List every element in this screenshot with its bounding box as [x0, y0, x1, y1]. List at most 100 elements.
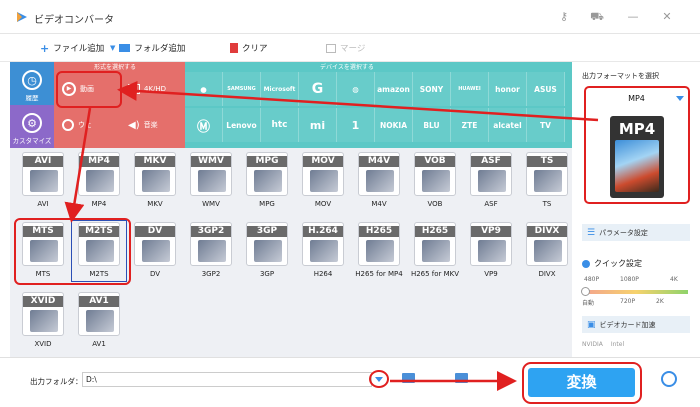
toolbar: + ファイル追加 ▼ フォルダ追加 クリア マージ	[0, 34, 700, 62]
format-tile-vp9[interactable]: VP9 VP9	[465, 222, 517, 286]
output-folder-label: 出力フォルダ：	[30, 377, 83, 386]
format-name: H264	[313, 270, 333, 278]
category-bar: ◷ 履歴 ⚙ カスタマイズ 形式を選択する ▶ 動画 4K 4K/HD ウェ ◀…	[10, 62, 572, 148]
brand-nokia[interactable]: NOKIA	[375, 108, 413, 142]
brand-lenovo[interactable]: Lenovo	[223, 108, 261, 142]
brand-asus[interactable]: ASUS	[527, 72, 565, 106]
lg-icon[interactable]: ◍	[337, 72, 375, 106]
brand-htc[interactable]: htc	[261, 108, 299, 142]
web-category[interactable]: ウェ	[54, 108, 120, 142]
format-badge: VOB	[415, 156, 455, 167]
add-folder-dropdown[interactable]: ▼ フォルダ追加	[110, 41, 185, 55]
format-badge: AVI	[23, 156, 63, 167]
brand-honor[interactable]: honor	[489, 72, 527, 106]
video-format-icon: XVID	[22, 292, 64, 336]
sliders-icon: ☰	[587, 227, 596, 238]
quality-slider[interactable]	[581, 287, 688, 296]
format-tile-mp4[interactable]: MP4 MP4	[73, 152, 125, 216]
format-tile-av1[interactable]: AV1 AV1	[73, 292, 125, 356]
brand-alcatel[interactable]: alcatel	[489, 108, 527, 142]
format-tile-mkv[interactable]: MKV MKV	[129, 152, 181, 216]
key-icon[interactable]: ⚷	[557, 10, 571, 24]
alarm-clock-icon[interactable]	[661, 371, 677, 387]
speaker-icon: ◀)	[128, 119, 140, 131]
intel-option[interactable]: Intel	[611, 341, 624, 348]
folder-dropdown-icon[interactable]	[375, 377, 383, 382]
cart-icon[interactable]: ⛟	[590, 10, 604, 24]
camcorder-icon	[310, 170, 338, 192]
brand-google[interactable]: G	[299, 72, 337, 106]
format-tile-h265-for-mp4[interactable]: H265 H265 for MP4	[353, 222, 405, 286]
merge-button[interactable]: マージ	[326, 41, 365, 55]
format-tile-vob[interactable]: VOB VOB	[409, 152, 461, 216]
video-format-icon: AVI	[22, 152, 64, 196]
camcorder-icon	[254, 170, 282, 192]
brand-samsung[interactable]: SAMSUNG	[223, 72, 261, 106]
video-format-icon: H265	[414, 222, 456, 266]
format-badge: XVID	[23, 296, 63, 307]
format-tile-m4v[interactable]: M4V M4V	[353, 152, 405, 216]
apple-icon[interactable]: ●	[185, 72, 223, 106]
video-format-icon: MPG	[246, 152, 288, 196]
gpu-acceleration-toggle[interactable]: ▣ ビデオカード加速	[582, 316, 690, 333]
brand-microsoft[interactable]: Microsoft	[261, 72, 299, 106]
close-icon[interactable]: ✕	[660, 10, 674, 24]
brand-amazon[interactable]: amazon	[375, 72, 413, 106]
m2ts-selection	[71, 220, 127, 282]
brand-huawei[interactable]: HUAWEI	[451, 72, 489, 106]
format-tile-h264[interactable]: H.264 H264	[297, 222, 349, 286]
camcorder-icon	[86, 310, 114, 332]
browse-folder-icon[interactable]	[402, 373, 415, 383]
format-name: H265 for MKV	[410, 270, 460, 278]
camcorder-icon	[478, 170, 506, 192]
history-tab[interactable]: ◷ 履歴	[10, 62, 54, 105]
folder-icon	[119, 44, 131, 52]
brand-blu[interactable]: BLU	[413, 108, 451, 142]
brand-oneplus[interactable]: 1	[337, 108, 375, 142]
minimize-icon[interactable]: —	[626, 10, 640, 24]
format-tile-dv[interactable]: DV DV	[129, 222, 181, 286]
4k-hd-category[interactable]: 4K 4K/HD	[120, 72, 185, 106]
camcorder-icon	[86, 170, 114, 192]
format-tile-avi[interactable]: AVI AVI	[17, 152, 69, 216]
brand-zte[interactable]: ZTE	[451, 108, 489, 142]
format-name: MPG	[259, 200, 275, 208]
mp4-format-icon: MP4	[610, 116, 664, 198]
brand-mi[interactable]: mi	[299, 108, 337, 142]
convert-button[interactable]: 変換	[528, 368, 635, 397]
camcorder-icon	[422, 240, 450, 262]
format-tile-3gp2[interactable]: 3GP2 3GP2	[185, 222, 237, 286]
slider-knob[interactable]	[581, 287, 590, 296]
film-icon	[615, 140, 659, 192]
add-file-button[interactable]: + ファイル追加	[40, 41, 104, 55]
music-category[interactable]: ◀) 音楽	[120, 108, 185, 142]
nvidia-option[interactable]: NVIDIA	[582, 341, 603, 348]
brand-sony[interactable]: SONY	[413, 72, 451, 106]
format-tile-divx[interactable]: DIVX DIVX	[521, 222, 573, 286]
open-folder-icon[interactable]	[455, 373, 468, 383]
output-format-header: 出力フォーマットを選択	[582, 72, 659, 80]
format-tile-asf[interactable]: ASF ASF	[465, 152, 517, 216]
video-format-icon: MOV	[302, 152, 344, 196]
customize-tab[interactable]: ⚙ カスタマイズ	[10, 105, 54, 148]
format-tile-mpg[interactable]: MPG MPG	[241, 152, 293, 216]
output-format-selector[interactable]: MP4 MP4	[584, 86, 690, 204]
format-tile-h265-for-mkv[interactable]: H265 H265 for MKV	[409, 222, 461, 286]
device-section-header: デバイスを選択する	[320, 64, 374, 71]
brand-tv[interactable]: TV	[527, 108, 565, 142]
format-name: DV	[149, 270, 161, 278]
format-tile-wmv[interactable]: WMV WMV	[185, 152, 237, 216]
camcorder-icon	[142, 170, 170, 192]
parameter-settings-button[interactable]: ☰ パラメータ設定	[582, 224, 690, 241]
format-badge: H265	[415, 226, 455, 237]
format-tile-mov[interactable]: MOV MOV	[297, 152, 349, 216]
camcorder-icon	[198, 240, 226, 262]
output-folder-input[interactable]: D:\	[82, 372, 372, 387]
format-tile-3gp[interactable]: 3GP 3GP	[241, 222, 293, 286]
clear-button[interactable]: クリア	[230, 41, 268, 55]
motorola-icon[interactable]: Ⓜ	[185, 108, 223, 142]
format-name: AV1	[92, 340, 106, 348]
format-tile-ts[interactable]: TS TS	[521, 152, 573, 216]
format-tile-xvid[interactable]: XVID XVID	[17, 292, 69, 356]
caret-down-icon: ▼	[110, 44, 116, 52]
